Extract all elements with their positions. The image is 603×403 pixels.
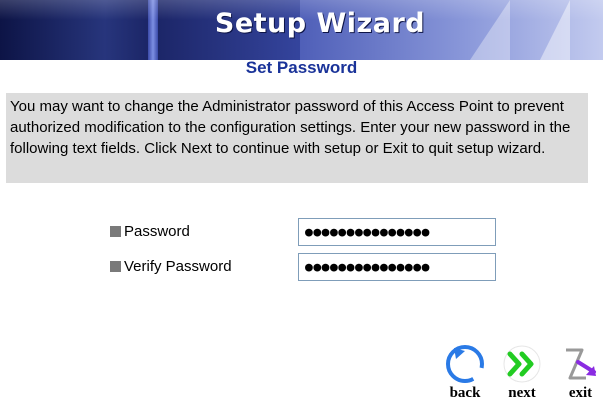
banner: Setup Wizard — [0, 0, 603, 60]
password-row: Password — [110, 218, 510, 248]
bullet-square-icon — [110, 226, 121, 237]
next-button[interactable]: next — [497, 344, 547, 402]
verify-password-label: Verify Password — [124, 258, 232, 275]
page-subtitle: Set Password — [245, 58, 358, 77]
verify-password-row: Verify Password — [110, 253, 510, 283]
password-label: Password — [124, 223, 190, 240]
back-label: back — [449, 385, 481, 401]
verify-password-field[interactable] — [298, 253, 496, 281]
description-text: You may want to change the Administrator… — [6, 93, 588, 183]
exit-label: exit — [568, 385, 593, 401]
setup-wizard-page: Setup Wizard Set Password You may want t… — [0, 0, 603, 403]
exit-arrow-icon — [565, 348, 596, 380]
exit-button[interactable]: exit — [558, 344, 603, 402]
password-field[interactable] — [298, 218, 496, 246]
bullet-square-icon — [110, 261, 121, 272]
banner-title: Setup Wizard — [214, 8, 426, 39]
refresh-circle-icon — [445, 344, 485, 384]
next-label: next — [508, 385, 536, 401]
double-chevron-right-icon — [503, 345, 541, 383]
back-button[interactable]: back — [440, 344, 490, 402]
